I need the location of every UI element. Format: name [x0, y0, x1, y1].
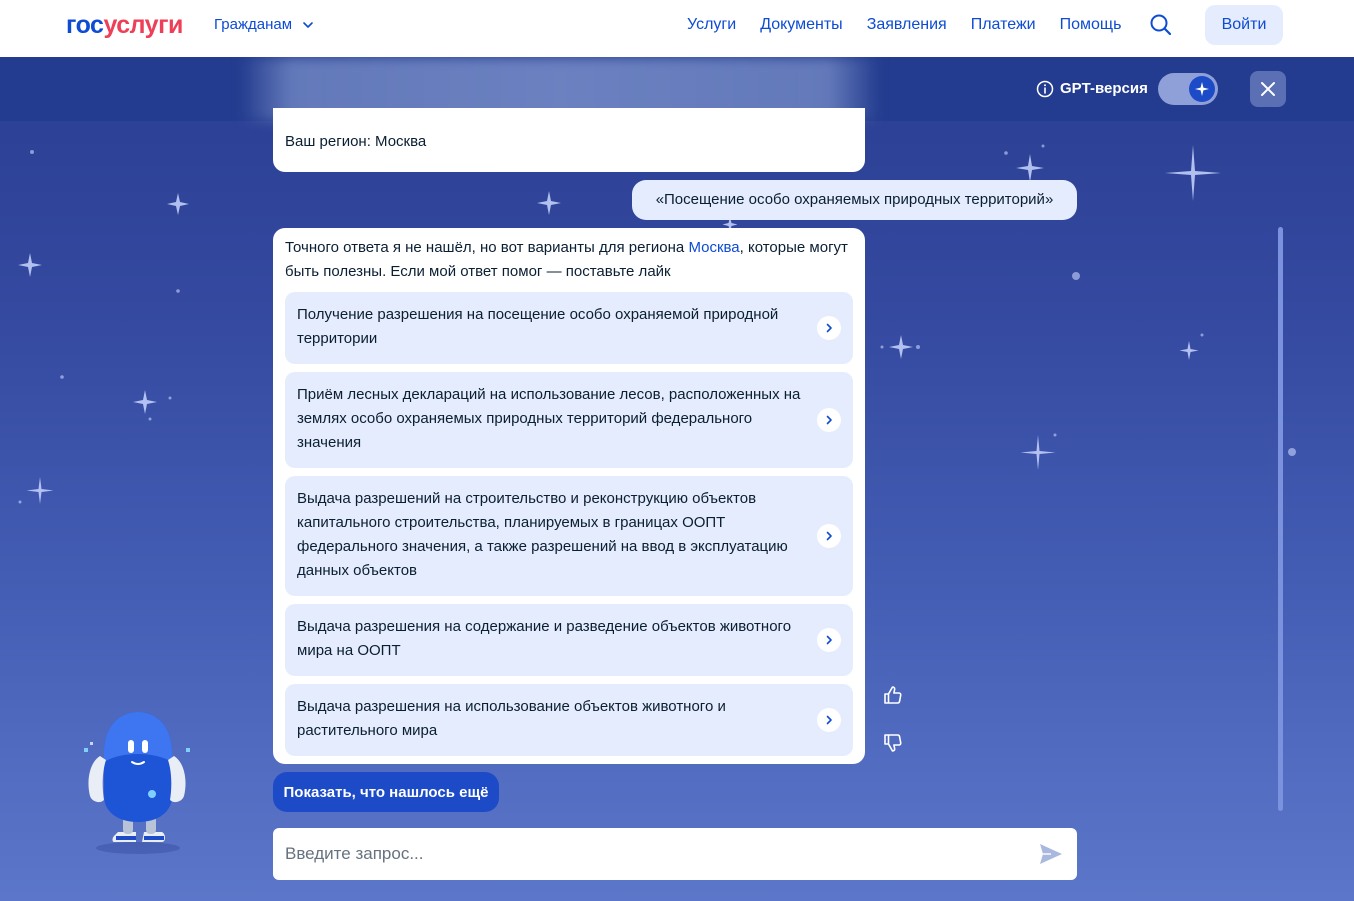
thumbs-down-icon[interactable] — [882, 732, 904, 754]
send-icon[interactable] — [1037, 840, 1065, 868]
bot-message-region: Ваш регион: Москва — [273, 108, 865, 172]
close-icon — [1261, 82, 1275, 96]
nav-services[interactable]: Услуги — [687, 15, 736, 35]
service-option-label: Выдача разрешений на строительство и рек… — [297, 490, 788, 579]
user-message-text: «Посещение особо охраняемых природных те… — [655, 191, 1054, 208]
answer-intro: Точного ответа я не нашёл, но вот вариан… — [285, 236, 853, 284]
chevron-right-icon — [817, 524, 841, 548]
service-option-1[interactable]: Получение разрешения на посещение особо … — [285, 292, 853, 364]
user-message: «Посещение особо охраняемых природных те… — [632, 180, 1077, 220]
query-input-box — [273, 828, 1077, 880]
close-chat-button[interactable] — [1250, 71, 1286, 107]
nav-documents[interactable]: Документы — [760, 15, 842, 35]
chevron-right-icon — [817, 708, 841, 732]
service-option-label: Приём лесных деклараций на использование… — [297, 386, 801, 451]
search-icon[interactable] — [1148, 12, 1174, 38]
logo-part-gos: гос — [66, 11, 104, 39]
nav-help[interactable]: Помощь — [1060, 15, 1122, 35]
nav-applications[interactable]: Заявления — [867, 15, 947, 35]
sparkle-icon — [1195, 82, 1209, 96]
service-option-label: Выдача разрешения на использование объек… — [297, 698, 726, 739]
gosuslugi-logo[interactable]: госуслуги — [66, 10, 183, 40]
citizens-menu-label: Гражданам — [214, 16, 293, 33]
service-option-5[interactable]: Выдача разрешения на использование объек… — [285, 684, 853, 756]
chevron-down-icon — [303, 22, 313, 28]
gpt-toggle[interactable] — [1158, 73, 1218, 105]
region-link[interactable]: Москва — [688, 239, 739, 256]
robot-mascot — [84, 712, 190, 854]
service-option-label: Получение разрешения на посещение особо … — [297, 306, 779, 347]
citizens-menu[interactable]: Гражданам — [214, 15, 314, 35]
chat-window: GPT-версия Ваш регион: Москва «Посещение… — [0, 57, 1354, 901]
chat-scrollbar[interactable] — [1278, 227, 1283, 811]
nav-payments[interactable]: Платежи — [971, 15, 1036, 35]
region-text: Ваш регион: Москва — [285, 133, 427, 150]
query-input[interactable] — [285, 828, 1025, 880]
service-option-3[interactable]: Выдача разрешений на строительство и рек… — [285, 476, 853, 596]
bot-message-answer: Точного ответа я не нашёл, но вот вариан… — [273, 228, 865, 764]
site-header: госуслуги Гражданам Услуги Документы Зая… — [0, 0, 1354, 57]
main-nav: Услуги Документы Заявления Платежи Помощ… — [687, 15, 1121, 35]
service-option-label: Выдача разрешения на содержание и развед… — [297, 618, 792, 659]
chevron-right-icon — [817, 408, 841, 432]
service-option-4[interactable]: Выдача разрешения на содержание и развед… — [285, 604, 853, 676]
show-more-button[interactable]: Показать, что нашлось ещё — [273, 772, 499, 812]
login-button[interactable]: Войти — [1205, 5, 1283, 45]
info-icon[interactable] — [1036, 80, 1054, 98]
gpt-version-label: GPT-версия — [1036, 79, 1148, 99]
gpt-version-text: GPT-версия — [1060, 80, 1148, 97]
thumbs-up-icon[interactable] — [882, 684, 904, 706]
logo-part-uslugi: услуги — [103, 11, 183, 39]
toggle-knob — [1189, 76, 1215, 102]
chevron-right-icon — [817, 628, 841, 652]
service-option-2[interactable]: Приём лесных деклараций на использование… — [285, 372, 853, 468]
answer-intro-part1: Точного ответа я не нашёл, но вот вариан… — [285, 239, 689, 256]
chevron-right-icon — [817, 316, 841, 340]
